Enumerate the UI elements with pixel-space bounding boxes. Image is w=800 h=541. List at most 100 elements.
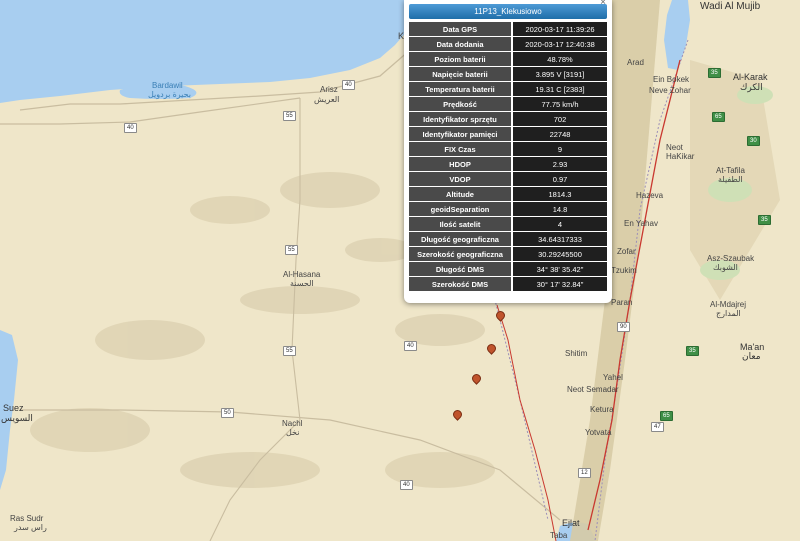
info-row: Długość DMS 34° 38' 35.42" [409,262,607,276]
close-icon[interactable]: × [600,0,606,8]
info-value: 9 [513,142,607,156]
info-row: Identyfikator sprzętu 702 [409,112,607,126]
info-row: Napięcie baterii 3.895 V [3191] [409,67,607,81]
road-shield: 40 [404,341,417,351]
info-row: Szerokość geograficzna 30.29245500 [409,247,607,261]
place-yahel: Yahel [603,373,623,382]
place-al-mdajrej: Al-Mdajrej [710,300,747,309]
info-value: 30.29245500 [513,247,607,261]
place-at-tafila-ar: الطفيلة [718,175,743,184]
road-shield: 30 [747,136,760,146]
info-label: Szerokość DMS [409,277,513,291]
place-nachl: Nachl [282,419,303,428]
info-label: geoidSeparation [409,202,513,216]
info-value: 14.8 [513,202,607,216]
place-bardawil: Bardawil [152,81,183,90]
place-ketura: Ketura [590,405,614,414]
road-shield: 90 [617,322,630,332]
info-row: Szerokość DMS 30° 17' 32.84" [409,277,607,291]
info-label: VDOP [409,172,513,186]
place-suez-ar: السويس [1,413,33,423]
info-value: 3.895 V [3191] [513,67,607,81]
place-taba: Taba [550,531,568,540]
place-al-hasana: Al-Hasana [283,270,321,279]
road-shield: 65 [712,112,725,122]
info-label: Prędkość [409,97,513,111]
info-value: 22748 [513,127,607,141]
info-row: Data GPS 2020-03-17 11:39:26 [409,22,607,36]
road-shield: 65 [660,411,673,421]
place-al-szaubak-ar: الشوبك [713,263,738,272]
place-al-mdajrej-ar: المدارج [716,309,741,318]
info-value: 34° 38' 35.42" [513,262,607,276]
place-zofar: Zofar [617,247,636,256]
road-shield: 12 [578,468,591,478]
info-label: Napięcie baterii [409,67,513,81]
info-label: Altitude [409,187,513,201]
place-neot-hakikar: Neot HaKikar [666,143,695,161]
place-suez: Suez [3,403,24,413]
road-shield: 55 [283,346,296,356]
place-arisz-ar: العريش [314,95,340,104]
info-label: HDOP [409,157,513,171]
info-value: 19.31 C [2383] [513,82,607,96]
info-value: 702 [513,112,607,126]
info-label: Identyfikator sprzętu [409,112,513,126]
place-ein-bokek: Ein Bokek [653,75,690,84]
place-ejlat: Ejlat [562,518,580,528]
info-value: 34.64317333 [513,232,607,246]
info-row: Poziom baterii 48.78% [409,52,607,66]
place-shitim: Shitim [565,349,588,358]
info-label: Data GPS [409,22,513,36]
info-label: Ilość satelit [409,217,513,231]
info-value: 2.93 [513,157,607,171]
info-row: Data dodania 2020-03-17 12:40:38 [409,37,607,51]
info-row: Ilość satelit 4 [409,217,607,231]
info-row: Identyfikator pamięci 22748 [409,127,607,141]
place-al-karak-ar: الكرك [740,82,763,92]
info-row: FIX Czas 9 [409,142,607,156]
popup-title: 11P13_Klekusiowo [409,4,607,19]
road-shield: 35 [758,215,771,225]
road-shield: 47 [651,422,664,432]
info-row: HDOP 2.93 [409,157,607,171]
place-maan-ar: معان [742,351,761,361]
road-shield: 55 [285,245,298,255]
road-shield: 50 [221,408,234,418]
place-ras-sudr: Ras Sudr [10,514,44,523]
place-arad: Arad [627,58,644,67]
info-label: Szerokość geograficzna [409,247,513,261]
place-al-karak: Al-Karak [733,72,768,82]
info-label: Identyfikator pamięci [409,127,513,141]
place-al-hasana-ar: الحسنة [290,279,314,288]
road-shield: 40 [400,480,413,490]
place-ras-sudr-ar: راس سدر [14,523,47,532]
info-row: geoidSeparation 14.8 [409,202,607,216]
info-row: Długość geograficzna 34.64317333 [409,232,607,246]
info-value: 2020-03-17 12:40:38 [513,37,607,51]
info-label: Data dodania [409,37,513,51]
place-en-yahav: En Yahav [624,219,658,228]
info-value: 1814.3 [513,187,607,201]
place-bardawil-ar: بحيرة بردويل [148,90,191,99]
place-nachl-ar: نخل [286,428,300,437]
info-row: Prędkość 77.75 km/h [409,97,607,111]
place-tzukim: Tzukim [611,266,637,275]
info-label: FIX Czas [409,142,513,156]
info-value: 30° 17' 32.84" [513,277,607,291]
info-label: Długość geograficzna [409,232,513,246]
place-al-szaubak: Asz-Szaubak [707,254,755,263]
place-neot-semadar: Neot Semadar [567,385,619,394]
road-shield: 55 [283,111,296,121]
info-label: Długość DMS [409,262,513,276]
info-value: 2020-03-17 11:39:26 [513,22,607,36]
place-neve-zohar: Neve Zohar [649,86,691,95]
place-wadi-al-mujib: Wadi Al Mujib [700,1,761,12]
info-label: Temperatura baterii [409,82,513,96]
info-value: 77.75 km/h [513,97,607,111]
info-row: VDOP 0.97 [409,172,607,186]
place-yotvata: Yotvata [585,428,612,437]
info-label: Poziom baterii [409,52,513,66]
road-shield: 40 [124,123,137,133]
place-arisz: Arisz [320,85,338,94]
